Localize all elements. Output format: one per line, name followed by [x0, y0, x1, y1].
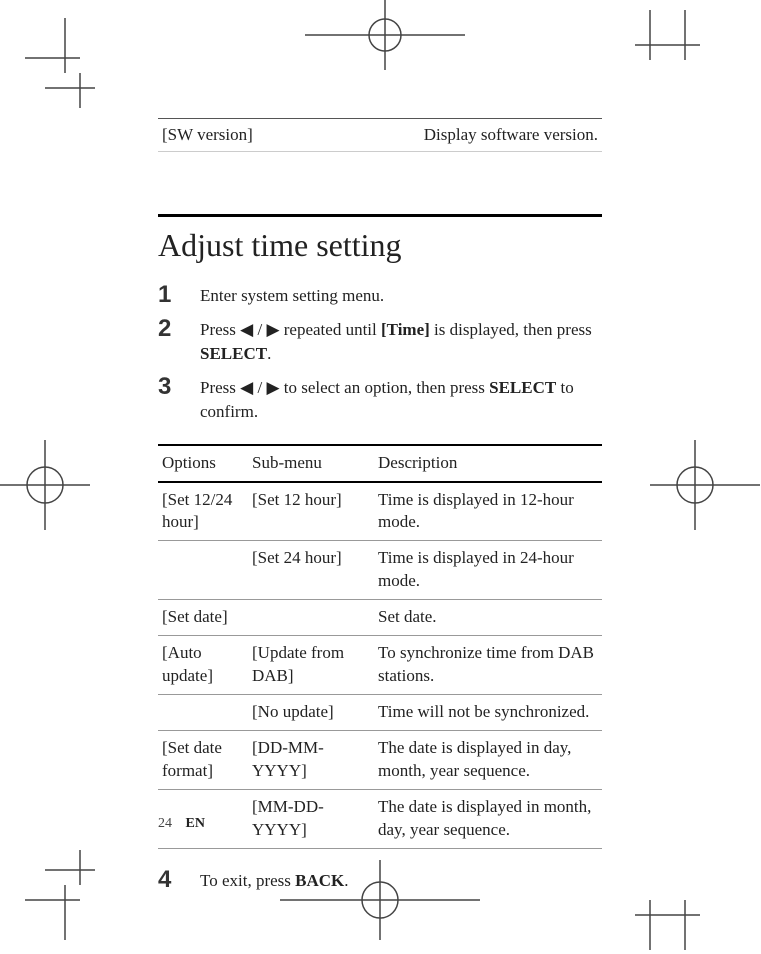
header-options: Options — [158, 446, 248, 481]
crop-mark-mid-right — [650, 440, 760, 530]
cell-submenu: [No update] — [248, 695, 374, 730]
cell-option: [Set date] — [158, 600, 248, 635]
sw-version-row: [SW version] Display software version. — [158, 118, 602, 152]
cell-submenu: [Set 12 hour] — [248, 483, 374, 541]
sw-version-desc: Display software version. — [424, 125, 598, 145]
sw-version-label: [SW version] — [162, 125, 253, 145]
page-footer: 24 EN — [158, 816, 205, 832]
cell-option: [Auto update] — [158, 636, 248, 694]
cell-option — [158, 541, 248, 599]
options-table: Options Sub-menu Description [Set 12/24 … — [158, 444, 602, 849]
step-body: Press ◀ / ▶ repeated until [Time] is dis… — [200, 316, 602, 366]
cell-desc: Time is displayed in 12-hour mode. — [374, 483, 602, 541]
step-item: 3 Press ◀ / ▶ to select an option, then … — [158, 374, 602, 424]
step-item: 1 Enter system setting menu. — [158, 282, 602, 308]
table-row: [No update] Time will not be synchronize… — [158, 695, 602, 731]
steps-list: 1 Enter system setting menu. 2 Press ◀ /… — [158, 282, 602, 424]
step-item: 4 To exit, press BACK. — [158, 867, 602, 893]
table-row: [Set 12/24 hour] [Set 12 hour] Time is d… — [158, 483, 602, 542]
cell-desc: The date is displayed in month, day, yea… — [374, 790, 602, 848]
cell-submenu: [MM-DD-YYYY] — [248, 790, 374, 848]
crop-mark-bottom-right — [635, 870, 715, 950]
step-number: 4 — [158, 867, 200, 893]
step-number: 3 — [158, 374, 200, 424]
section-heading: Adjust time setting — [158, 214, 602, 264]
cell-desc: To synchronize time from DAB stations. — [374, 636, 602, 694]
cell-desc: Set date. — [374, 600, 602, 635]
cell-desc: Time is displayed in 24-hour mode. — [374, 541, 602, 599]
cell-submenu: [Update from DAB] — [248, 636, 374, 694]
header-submenu: Sub-menu — [248, 446, 374, 481]
cell-submenu — [248, 600, 374, 635]
crop-mark-bottom-left — [25, 850, 95, 940]
crop-mark-top-left — [25, 18, 95, 108]
cell-option: [Set 12/24 hour] — [158, 483, 248, 541]
step-body: To exit, press BACK. — [200, 867, 349, 893]
page-content: [SW version] Display software version. A… — [158, 118, 602, 901]
language-code: EN — [186, 816, 205, 831]
table-row: [Set date] Set date. — [158, 600, 602, 636]
cell-desc: Time will not be synchronized. — [374, 695, 602, 730]
table-row: [MM-DD-YYYY] The date is displayed in mo… — [158, 790, 602, 849]
step4-wrap: 4 To exit, press BACK. — [158, 867, 602, 893]
cell-submenu: [Set 24 hour] — [248, 541, 374, 599]
cell-option — [158, 695, 248, 730]
step-body: Press ◀ / ▶ to select an option, then pr… — [200, 374, 602, 424]
crop-mark-top-right — [635, 10, 715, 90]
table-row: [Set date format] [DD-MM-YYYY] The date … — [158, 731, 602, 790]
step-number: 1 — [158, 282, 200, 308]
cell-desc: The date is displayed in day, month, yea… — [374, 731, 602, 789]
cell-option: [Set date format] — [158, 731, 248, 789]
page-number: 24 — [158, 816, 172, 831]
cell-submenu: [DD-MM-YYYY] — [248, 731, 374, 789]
table-row: [Set 24 hour] Time is displayed in 24-ho… — [158, 541, 602, 600]
crop-mark-top-center — [305, 0, 465, 70]
header-description: Description — [374, 446, 602, 481]
step-body: Enter system setting menu. — [200, 282, 384, 308]
table-row: [Auto update] [Update from DAB] To synch… — [158, 636, 602, 695]
crop-mark-mid-left — [0, 440, 90, 530]
step-number: 2 — [158, 316, 200, 366]
step-item: 2 Press ◀ / ▶ repeated until [Time] is d… — [158, 316, 602, 366]
table-header-row: Options Sub-menu Description — [158, 446, 602, 483]
